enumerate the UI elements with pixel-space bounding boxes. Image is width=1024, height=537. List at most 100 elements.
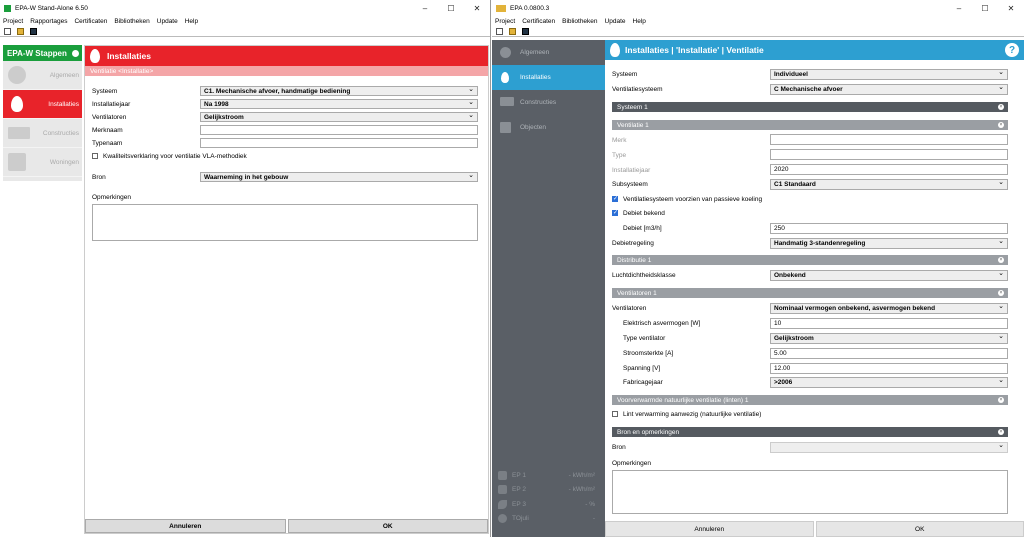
minimize-button[interactable]: – xyxy=(412,4,438,13)
step-installaties[interactable]: Installaties xyxy=(3,90,82,119)
collapse-icon[interactable]: × xyxy=(998,122,1004,128)
cancel-button[interactable]: Annuleren xyxy=(605,521,814,537)
menu-help[interactable]: Help xyxy=(633,18,646,25)
ventilatoren-select[interactable]: Nominaal vermogen onbekend, asvermogen b… xyxy=(770,302,1008,314)
help-icon[interactable]: ? xyxy=(1005,43,1019,57)
sidebar-item-label: Objecten xyxy=(520,124,547,131)
installatiejaar-select[interactable]: Na 1998 xyxy=(200,98,478,109)
systeem-select[interactable]: Individueel xyxy=(770,68,1008,80)
opmerkingen-textarea[interactable] xyxy=(92,204,478,241)
type-ventilator-select[interactable]: Gelijkstroom xyxy=(770,332,1008,344)
steps-header: EPA-W Stappen xyxy=(3,45,82,61)
elektrisch-label: Elektrisch asvermogen [W] xyxy=(623,319,701,327)
menu-project[interactable]: Project xyxy=(495,18,515,25)
ep-summary: EP 1 - kWh/m² EP 2 - kWh/m² EP 3 - % TOj… xyxy=(498,468,598,526)
new-file-icon[interactable] xyxy=(496,27,503,35)
luchtdicht-select[interactable]: Onbekend xyxy=(770,269,1008,281)
ventilatoren-label: Ventilatoren xyxy=(612,304,647,312)
collapse-icon[interactable]: × xyxy=(998,257,1004,263)
menu-rapportages[interactable]: Rapportages xyxy=(30,18,67,25)
maximize-button[interactable]: ☐ xyxy=(438,4,464,13)
spanning-label: Spanning [V] xyxy=(623,364,661,372)
systeem-label: Systeem xyxy=(612,70,638,78)
merknaam-label: Merknaam xyxy=(92,126,123,134)
footer-buttons: Annuleren OK xyxy=(605,521,1024,537)
close-button[interactable]: ✕ xyxy=(998,4,1024,13)
menu-certificaten[interactable]: Certificaten xyxy=(522,18,555,25)
save-icon[interactable] xyxy=(30,27,37,35)
sidebar-item-label: Constructies xyxy=(520,99,557,106)
lint-row[interactable]: Lint verwarming aanwezig (natuurlijke ve… xyxy=(612,409,761,419)
fabricagejaar-select[interactable]: >2006 xyxy=(770,376,1008,388)
section-bron-opmerkingen[interactable]: Bron en opmerkingen × xyxy=(612,427,1008,437)
open-folder-icon[interactable] xyxy=(17,27,24,35)
collapse-icon[interactable]: × xyxy=(998,104,1004,110)
elektrisch-input[interactable]: 10 xyxy=(770,318,1008,329)
installatiejaar-label: Installatiejaar xyxy=(92,100,131,108)
stroomsterkte-input[interactable]: 5.00 xyxy=(770,348,1008,359)
tojuli-label: TOjuli xyxy=(512,515,529,523)
subsysteem-select[interactable]: C1 Standaard xyxy=(770,178,1008,190)
sidebar-item-installaties[interactable]: Installaties xyxy=(492,65,605,90)
installatiejaar-input[interactable]: 2020 xyxy=(770,164,1008,175)
sidebar-item-objecten[interactable]: Objecten xyxy=(492,115,605,140)
maximize-button[interactable]: ☐ xyxy=(972,4,998,13)
typenaam-input[interactable] xyxy=(200,138,478,148)
systeem-select[interactable]: C1. Mechanische afvoer, handmatige bedie… xyxy=(200,85,478,96)
spanning-input[interactable]: 12.00 xyxy=(770,363,1008,374)
section-ventilatie-1[interactable]: Ventilatie 1 × xyxy=(612,120,1008,130)
debietregeling-select[interactable]: Handmatig 3-standenregeling xyxy=(770,237,1008,249)
kwaliteit-checkbox[interactable] xyxy=(92,153,98,159)
info-icon xyxy=(500,47,511,58)
ventilatiesysteem-select[interactable]: C Mechanische afvoer xyxy=(770,83,1008,95)
new-file-icon[interactable] xyxy=(4,27,11,35)
collapse-icon[interactable]: × xyxy=(998,397,1004,403)
merk-input[interactable] xyxy=(770,134,1008,145)
section-distributie-1[interactable]: Distributie 1 × xyxy=(612,255,1008,265)
debiet-bekend-checkbox[interactable] xyxy=(612,209,618,216)
collapse-icon[interactable] xyxy=(72,49,79,57)
kwaliteit-row[interactable]: Kwaliteitsverklaring voor ventilatie VLA… xyxy=(92,151,247,161)
section-voorverwarmde[interactable]: Voorverwarmde natuurlijke ventilatie (li… xyxy=(612,395,1008,405)
cancel-button[interactable]: Annuleren xyxy=(85,519,286,533)
section-ventilatoren-1[interactable]: Ventilatoren 1 × xyxy=(612,288,1008,298)
open-folder-icon[interactable] xyxy=(509,27,516,35)
merknaam-input[interactable] xyxy=(200,125,478,135)
opmerkingen-textarea[interactable] xyxy=(612,470,1008,514)
debiet-input[interactable]: 250 xyxy=(770,223,1008,234)
debiet-bekend-row[interactable]: Debiet bekend xyxy=(612,208,665,218)
menu-certificaten[interactable]: Certificaten xyxy=(74,18,107,25)
type-input[interactable] xyxy=(770,149,1008,160)
menu-project[interactable]: Project xyxy=(3,18,23,25)
collapse-icon[interactable]: × xyxy=(998,429,1004,435)
house-icon xyxy=(8,153,26,171)
bron-select[interactable] xyxy=(770,441,1008,453)
passieve-koeling-checkbox[interactable] xyxy=(612,195,618,202)
menu-bibliotheken[interactable]: Bibliotheken xyxy=(114,18,149,25)
section-systeem-1[interactable]: Systeem 1 × xyxy=(612,102,1008,112)
ventilatoren-select[interactable]: Gelijkstroom xyxy=(200,111,478,122)
passieve-row[interactable]: Ventilatiesysteem voorzien van passieve … xyxy=(612,194,762,204)
save-icon[interactable] xyxy=(522,27,529,35)
minimize-button[interactable]: – xyxy=(946,4,972,13)
sidebar-item-algemeen[interactable]: Algemeen xyxy=(492,40,605,65)
tojuli-value: - xyxy=(592,515,595,523)
lint-checkbox[interactable] xyxy=(612,411,618,417)
typenaam-label: Typenaam xyxy=(92,139,123,147)
menu-bibliotheken[interactable]: Bibliotheken xyxy=(562,18,597,25)
step-constructies[interactable]: Constructies xyxy=(3,119,82,148)
step-label: Algemeen xyxy=(49,71,79,79)
window-title: EPA 0.0800.3 xyxy=(510,4,550,12)
menu-help[interactable]: Help xyxy=(185,18,198,25)
ok-button[interactable]: OK xyxy=(287,519,488,533)
menu-update[interactable]: Update xyxy=(605,18,626,25)
step-woningen[interactable]: Woningen xyxy=(3,148,82,177)
menu-update[interactable]: Update xyxy=(157,18,178,25)
panel-header: Installaties | 'Installatie' | Ventilati… xyxy=(605,40,1024,60)
bron-select[interactable]: Waarneming in het gebouw xyxy=(200,171,478,182)
sidebar-item-constructies[interactable]: Constructies xyxy=(492,90,605,115)
collapse-icon[interactable]: × xyxy=(998,290,1004,296)
step-algemeen[interactable]: Algemeen xyxy=(3,61,82,90)
close-button[interactable]: ✕ xyxy=(464,4,490,13)
ok-button[interactable]: OK xyxy=(815,521,1024,537)
